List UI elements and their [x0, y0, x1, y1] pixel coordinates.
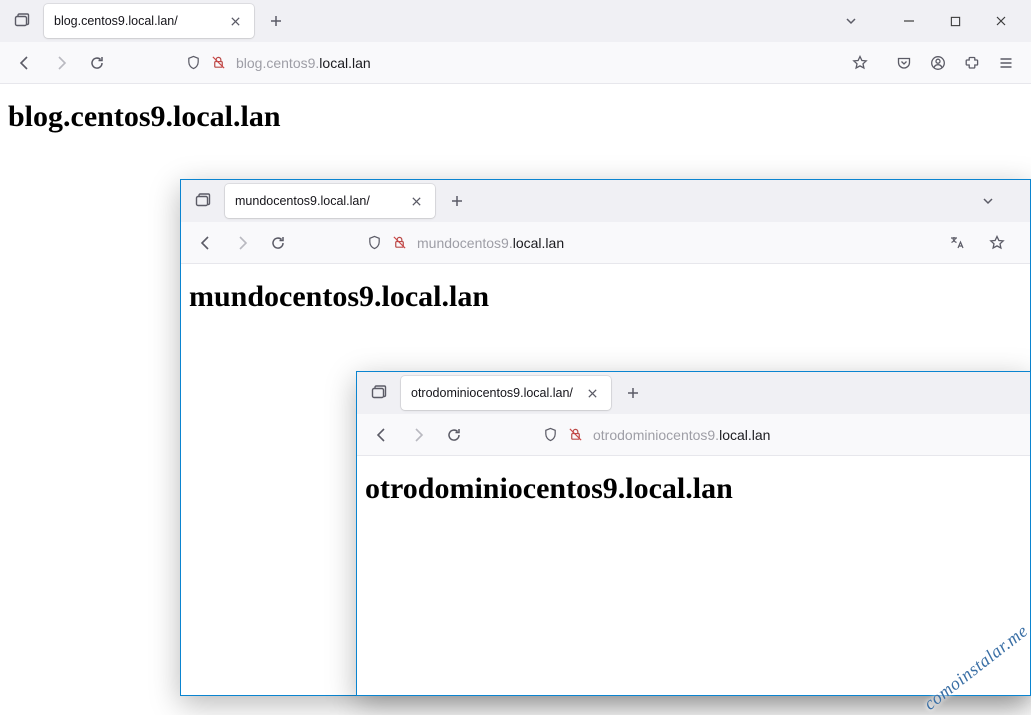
chevron-down-icon[interactable] — [974, 187, 1002, 215]
extensions-icon[interactable] — [957, 48, 987, 78]
url-bar[interactable]: otrodominiocentos9.local.lan — [535, 419, 1020, 451]
url-bar[interactable]: mundocentos9.local.lan — [359, 227, 1020, 259]
url-text: mundocentos9.local.lan — [417, 235, 932, 251]
page-content: blog.centos9.local.lan — [0, 84, 1031, 150]
account-icon[interactable] — [923, 48, 953, 78]
forward-button — [227, 228, 257, 258]
page-content: mundocentos9.local.lan — [181, 264, 1030, 330]
shield-icon[interactable] — [186, 55, 201, 70]
reload-button[interactable] — [82, 48, 112, 78]
new-tab-button[interactable] — [619, 379, 647, 407]
forward-button — [46, 48, 76, 78]
reload-button[interactable] — [263, 228, 293, 258]
page-content: otrodominiocentos9.local.lan — [357, 456, 1030, 522]
url-text: blog.centos9.local.lan — [236, 55, 835, 71]
browser-tab[interactable]: otrodominiocentos9.local.lan/ — [401, 376, 611, 410]
shield-icon[interactable] — [367, 235, 382, 250]
translate-icon[interactable] — [942, 228, 972, 258]
tab-title: blog.centos9.local.lan/ — [54, 14, 218, 28]
browser-tab[interactable]: mundocentos9.local.lan/ — [225, 184, 435, 218]
new-tab-button[interactable] — [443, 187, 471, 215]
back-button[interactable] — [191, 228, 221, 258]
forward-button — [403, 420, 433, 450]
new-tab-button[interactable] — [262, 7, 290, 35]
nav-toolbar: otrodominiocentos9.local.lan — [357, 414, 1030, 456]
bookmark-star-icon[interactable] — [845, 48, 875, 78]
bookmark-star-icon[interactable] — [982, 228, 1012, 258]
insecure-lock-icon[interactable] — [211, 55, 226, 70]
window-controls — [837, 1, 1023, 41]
pocket-icon[interactable] — [889, 48, 919, 78]
page-heading: otrodominiocentos9.local.lan — [365, 472, 1022, 506]
browser-window-3: otrodominiocentos9.local.lan/ otrodomini… — [356, 371, 1031, 696]
close-icon[interactable] — [226, 12, 244, 30]
reload-button[interactable] — [439, 420, 469, 450]
tab-title: otrodominiocentos9.local.lan/ — [411, 386, 575, 400]
tab-bar: blog.centos9.local.lan/ — [0, 0, 1031, 42]
menu-icon[interactable] — [991, 48, 1021, 78]
toolbar-right — [889, 48, 1021, 78]
recent-tabs-icon[interactable] — [8, 7, 36, 35]
page-heading: mundocentos9.local.lan — [189, 280, 1022, 314]
nav-toolbar: mundocentos9.local.lan — [181, 222, 1030, 264]
back-button[interactable] — [10, 48, 40, 78]
page-heading: blog.centos9.local.lan — [8, 100, 1023, 134]
insecure-lock-icon[interactable] — [568, 427, 583, 442]
url-bar[interactable]: blog.centos9.local.lan — [178, 47, 883, 79]
insecure-lock-icon[interactable] — [392, 235, 407, 250]
chevron-down-icon[interactable] — [837, 7, 865, 35]
browser-tab[interactable]: blog.centos9.local.lan/ — [44, 4, 254, 38]
nav-toolbar: blog.centos9.local.lan — [0, 42, 1031, 84]
minimize-button[interactable] — [887, 1, 931, 41]
close-icon[interactable] — [407, 192, 425, 210]
tab-title: mundocentos9.local.lan/ — [235, 194, 399, 208]
recent-tabs-icon[interactable] — [189, 187, 217, 215]
recent-tabs-icon[interactable] — [365, 379, 393, 407]
back-button[interactable] — [367, 420, 397, 450]
tab-bar: mundocentos9.local.lan/ — [181, 180, 1030, 222]
maximize-button[interactable] — [933, 1, 977, 41]
shield-icon[interactable] — [543, 427, 558, 442]
close-window-button[interactable] — [979, 1, 1023, 41]
tab-bar: otrodominiocentos9.local.lan/ — [357, 372, 1030, 414]
window-controls — [974, 187, 1022, 215]
close-icon[interactable] — [583, 384, 601, 402]
url-text: otrodominiocentos9.local.lan — [593, 427, 1012, 443]
